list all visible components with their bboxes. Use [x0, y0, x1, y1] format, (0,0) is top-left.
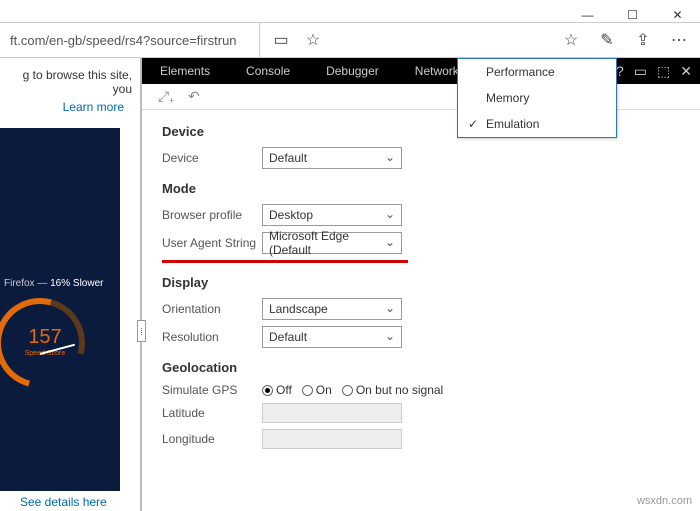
watermark: wsxdn.com	[637, 495, 692, 507]
devtools-pane: Elements Console Debugger Network ▽ ▯> ☻…	[140, 58, 700, 511]
section-mode: Mode	[162, 181, 680, 196]
cookie-message: g to browse this site, you	[0, 58, 140, 100]
gps-onnosig-label: On but no signal	[356, 383, 443, 397]
gps-off-radio[interactable]: Off	[262, 383, 292, 397]
favorites-icon[interactable]: ☆	[562, 31, 580, 49]
comparison-text: Firefox — 16% Slower	[4, 278, 103, 289]
help-icon[interactable]: ?	[616, 63, 624, 79]
longitude-input[interactable]	[262, 429, 402, 449]
more-icon[interactable]: ⋯	[670, 31, 688, 49]
speed-gauge: 157 Speed Score	[0, 298, 100, 408]
menu-performance[interactable]: Performance	[458, 59, 616, 85]
gps-on-radio[interactable]: On	[302, 383, 332, 397]
resolution-label: Resolution	[162, 330, 262, 344]
close-devtools-icon[interactable]: ✕	[680, 63, 692, 80]
undock-icon[interactable]: ▭	[634, 63, 647, 80]
gauge-score: 157	[0, 326, 100, 349]
menu-memory[interactable]: Memory	[458, 85, 616, 111]
section-display: Display	[162, 275, 680, 290]
device-select[interactable]: Default	[262, 147, 402, 169]
reset-icon[interactable]: ↶	[188, 88, 200, 105]
longitude-label: Longitude	[162, 432, 262, 446]
tab-console[interactable]: Console	[228, 58, 308, 84]
comparison-pct: 16% Slower	[50, 278, 103, 289]
browser-profile-select[interactable]: Desktop	[262, 204, 402, 226]
see-details-link[interactable]: See details here	[20, 495, 107, 509]
reading-view-icon[interactable]: ▭	[272, 31, 290, 49]
menu-emulation[interactable]: Emulation	[458, 111, 616, 137]
user-agent-label: User Agent String	[162, 236, 262, 250]
resolution-select[interactable]: Default	[262, 326, 402, 348]
orientation-select[interactable]: Landscape	[262, 298, 402, 320]
page-content-pane: g to browse this site, you Learn more Fi…	[0, 58, 140, 511]
section-geolocation: Geolocation	[162, 360, 680, 375]
device-label: Device	[162, 151, 262, 165]
favorite-star-icon[interactable]: ☆	[304, 31, 322, 49]
tab-elements[interactable]: Elements	[142, 58, 228, 84]
simulate-gps-label: Simulate GPS	[162, 383, 262, 397]
zoom-reset-icon[interactable]: ⤢₊	[158, 88, 174, 105]
latitude-label: Latitude	[162, 406, 262, 420]
browser-profile-label: Browser profile	[162, 208, 262, 222]
orientation-label: Orientation	[162, 302, 262, 316]
address-bar[interactable]: ft.com/en-gb/speed/rs4?source=firstrun	[0, 23, 260, 57]
tab-debugger[interactable]: Debugger	[308, 58, 397, 84]
latitude-input[interactable]	[262, 403, 402, 423]
emulation-panel: Device Device Default Mode Browser profi…	[142, 110, 700, 511]
maximize-devtools-icon[interactable]: ⬚	[657, 63, 670, 80]
user-agent-select[interactable]: Microsoft Edge (Default	[262, 232, 402, 254]
share-icon[interactable]: ⇪	[634, 31, 652, 49]
gps-on-no-signal-radio[interactable]: On but no signal	[342, 383, 443, 397]
comparison-prefix: Firefox —	[4, 278, 50, 289]
ink-icon[interactable]: ✎	[598, 31, 616, 49]
gps-on-label: On	[316, 383, 332, 397]
gps-off-label: Off	[276, 383, 292, 397]
speed-hero: Firefox — 16% Slower 157 Speed Score	[0, 128, 120, 491]
highlight-underline	[162, 260, 408, 263]
browser-toolbar: ft.com/en-gb/speed/rs4?source=firstrun ▭…	[0, 22, 700, 58]
learn-more-link[interactable]: Learn more	[0, 100, 140, 114]
overflow-menu: Performance Memory Emulation	[457, 58, 617, 138]
